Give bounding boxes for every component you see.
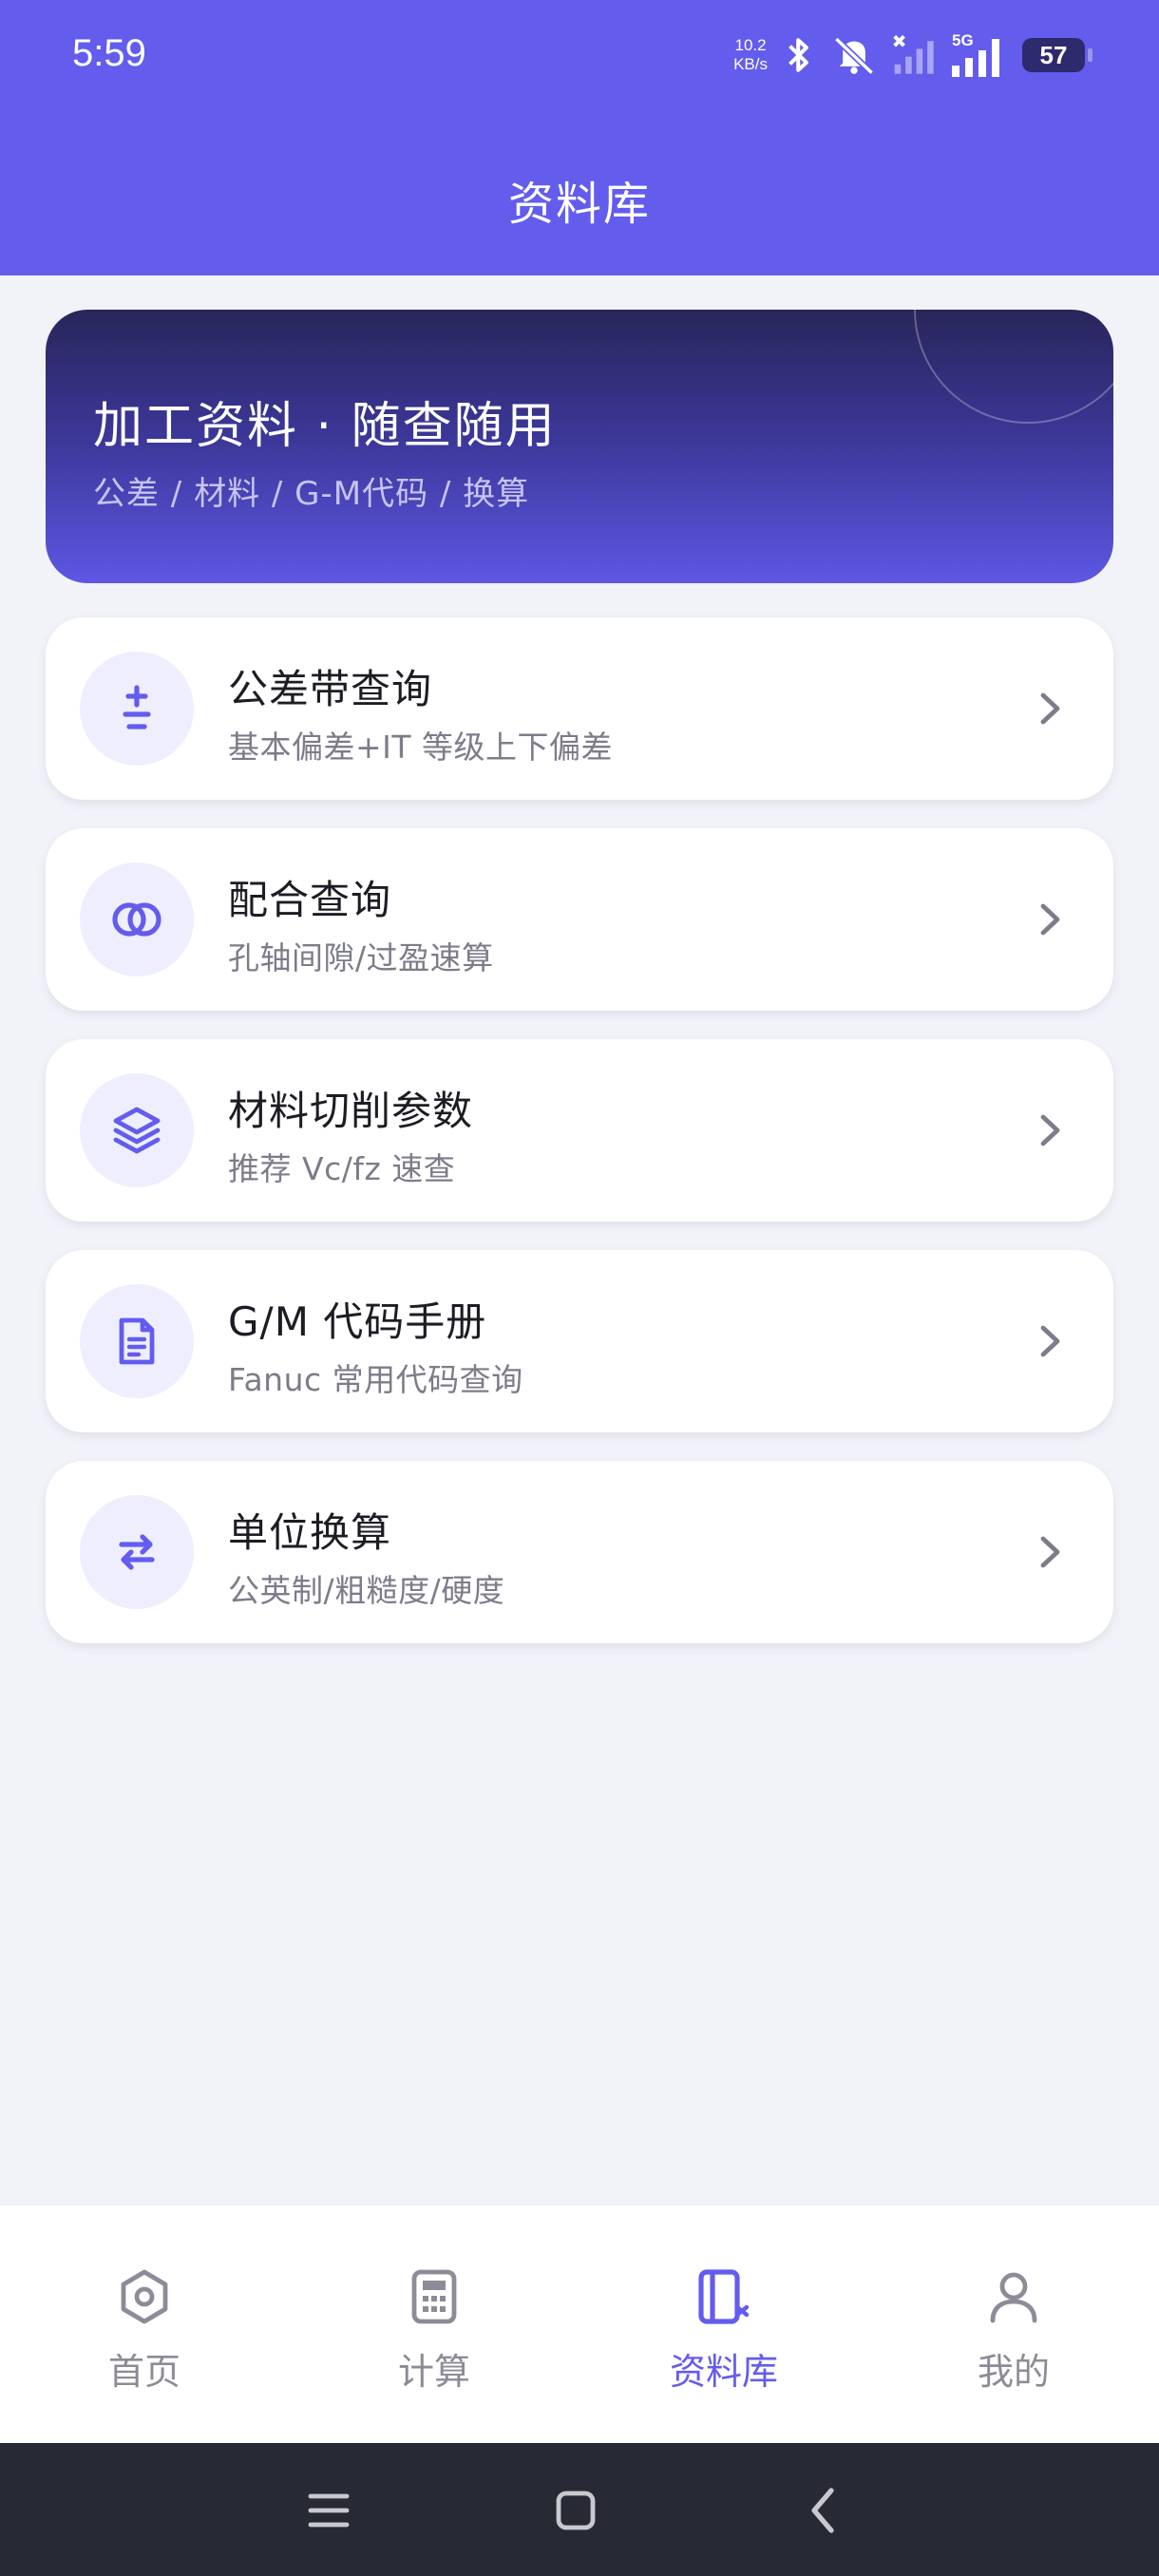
signal-no-service-icon bbox=[893, 34, 934, 74]
chevron-right-icon bbox=[1032, 690, 1070, 728]
banner-title: 加工资料 · 随查随用 bbox=[93, 398, 557, 455]
nav-calculate[interactable]: 计算 bbox=[339, 2264, 529, 2395]
home-hexagon-icon bbox=[49, 2264, 239, 2329]
user-icon bbox=[919, 2264, 1109, 2329]
chevron-right-icon bbox=[1032, 1533, 1070, 1571]
status-icons: 10.2 KB/s 5G 57 bbox=[733, 28, 1092, 82]
nav-label: 计算 bbox=[397, 2351, 470, 2393]
card-title: 公差带查询 bbox=[228, 666, 433, 712]
bottom-nav: 首页 计算 资料库 我的 bbox=[0, 2206, 1159, 2443]
nav-library[interactable]: 资料库 bbox=[629, 2264, 819, 2395]
card-fit-query[interactable]: 配合查询 孔轴间隙/过盈速算 bbox=[46, 828, 1113, 1011]
menu-icon[interactable] bbox=[291, 2477, 367, 2544]
hero-banner: 加工资料 · 随查随用 公差 / 材料 / G-M代码 / 换算 bbox=[46, 310, 1113, 583]
decorative-circle bbox=[914, 310, 1113, 424]
home-square-icon[interactable] bbox=[538, 2477, 614, 2544]
net-speed: 10.2 KB/s bbox=[733, 36, 768, 73]
card-subtitle: 公英制/粗糙度/硬度 bbox=[228, 1572, 505, 1609]
card-unit-conversion[interactable]: 单位换算 公英制/粗糙度/硬度 bbox=[46, 1461, 1113, 1643]
app-header: 5:59 10.2 KB/s 5G 57 资料库 bbox=[0, 0, 1159, 275]
chevron-right-icon bbox=[1032, 1111, 1070, 1149]
page-title: 资料库 bbox=[507, 178, 651, 231]
nav-label: 资料库 bbox=[669, 2351, 778, 2393]
nav-label: 首页 bbox=[107, 2351, 180, 2393]
bluetooth-icon bbox=[788, 38, 808, 72]
card-subtitle: 推荐 Vc/fz 速查 bbox=[228, 1150, 456, 1187]
swap-arrows-icon bbox=[80, 1495, 194, 1609]
chevron-right-icon bbox=[1032, 1322, 1070, 1360]
layers-icon bbox=[80, 1073, 194, 1187]
card-title: 配合查询 bbox=[228, 877, 392, 923]
chevron-right-icon bbox=[1032, 900, 1070, 938]
nav-profile[interactable]: 我的 bbox=[919, 2264, 1109, 2395]
back-icon[interactable] bbox=[785, 2477, 861, 2544]
card-title: 单位换算 bbox=[228, 1509, 392, 1556]
system-nav-bar bbox=[0, 2443, 1159, 2576]
interlocking-circles-icon bbox=[80, 862, 194, 976]
nav-home[interactable]: 首页 bbox=[49, 2264, 239, 2395]
card-subtitle: Fanuc 常用代码查询 bbox=[228, 1361, 523, 1398]
battery-indicator: 57 bbox=[1022, 38, 1092, 72]
plus-minus-icon bbox=[80, 652, 194, 766]
library-book-icon bbox=[629, 2264, 819, 2329]
mute-bell-icon bbox=[834, 36, 874, 76]
card-gm-code-manual[interactable]: G/M 代码手册 Fanuc 常用代码查询 bbox=[46, 1250, 1113, 1432]
status-time: 5:59 bbox=[72, 32, 146, 74]
signal-5g: 5G bbox=[952, 31, 1009, 77]
calculator-icon bbox=[339, 2264, 529, 2329]
document-icon bbox=[80, 1284, 194, 1398]
card-title: 材料切削参数 bbox=[228, 1088, 474, 1134]
card-tolerance-query[interactable]: 公差带查询 基本偏差+IT 等级上下偏差 bbox=[46, 617, 1113, 800]
banner-subtitle: 公差 / 材料 / G-M代码 / 换算 bbox=[93, 475, 530, 513]
card-title: G/M 代码手册 bbox=[228, 1298, 487, 1345]
card-cutting-params[interactable]: 材料切削参数 推荐 Vc/fz 速查 bbox=[46, 1039, 1113, 1222]
signal-bars-icon bbox=[952, 39, 999, 77]
card-subtitle: 孔轴间隙/过盈速算 bbox=[228, 939, 494, 976]
nav-label: 我的 bbox=[977, 2351, 1050, 2393]
card-subtitle: 基本偏差+IT 等级上下偏差 bbox=[228, 729, 614, 766]
